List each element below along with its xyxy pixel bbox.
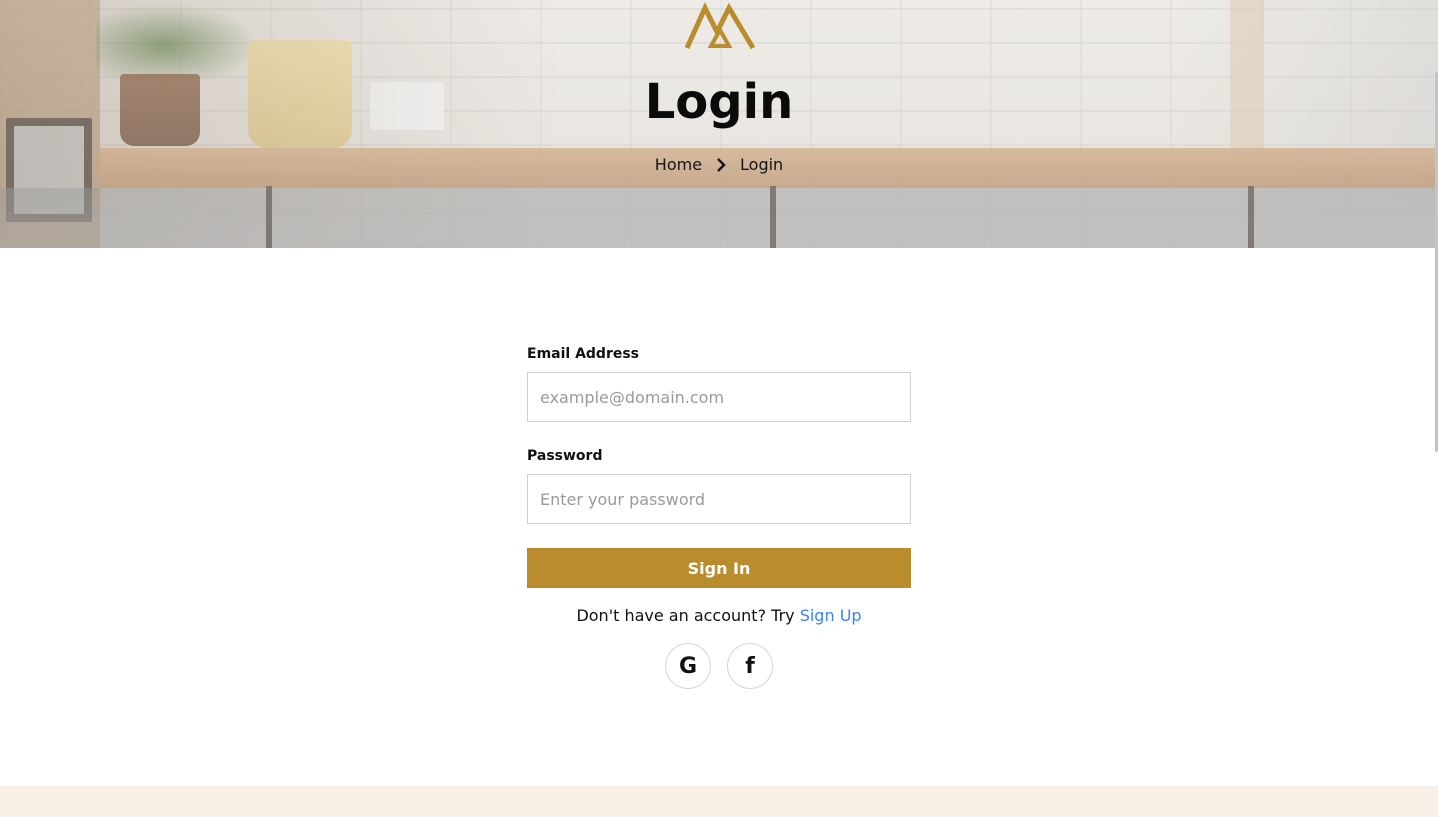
- email-label: Email Address: [527, 346, 640, 362]
- breadcrumb: Home Login: [0, 155, 1438, 174]
- login-form: Email Address Password Sign In Don't hav…: [527, 344, 911, 689]
- password-label: Password: [527, 448, 603, 464]
- sign-in-button[interactable]: Sign In: [527, 548, 911, 588]
- footer-band: [0, 786, 1438, 817]
- facebook-login-button[interactable]: f: [727, 643, 773, 689]
- facebook-icon: f: [745, 653, 755, 679]
- password-input[interactable]: [527, 474, 911, 524]
- breadcrumb-current: Login: [740, 155, 784, 174]
- sign-up-link[interactable]: Sign Up: [800, 606, 862, 625]
- brand-logo-icon[interactable]: [683, 2, 757, 50]
- signup-prompt: Don't have an account? Try Sign Up: [527, 606, 911, 625]
- signup-prompt-text: Don't have an account? Try: [576, 606, 795, 625]
- email-input[interactable]: [527, 372, 911, 422]
- google-login-button[interactable]: G: [665, 643, 711, 689]
- chevron-right-icon: [717, 157, 726, 172]
- social-login-group: G f: [527, 643, 911, 689]
- page-hero: Login Home Login: [0, 0, 1438, 248]
- google-icon: G: [678, 653, 698, 679]
- page-title: Login: [644, 74, 794, 130]
- breadcrumb-home-link[interactable]: Home: [655, 155, 702, 174]
